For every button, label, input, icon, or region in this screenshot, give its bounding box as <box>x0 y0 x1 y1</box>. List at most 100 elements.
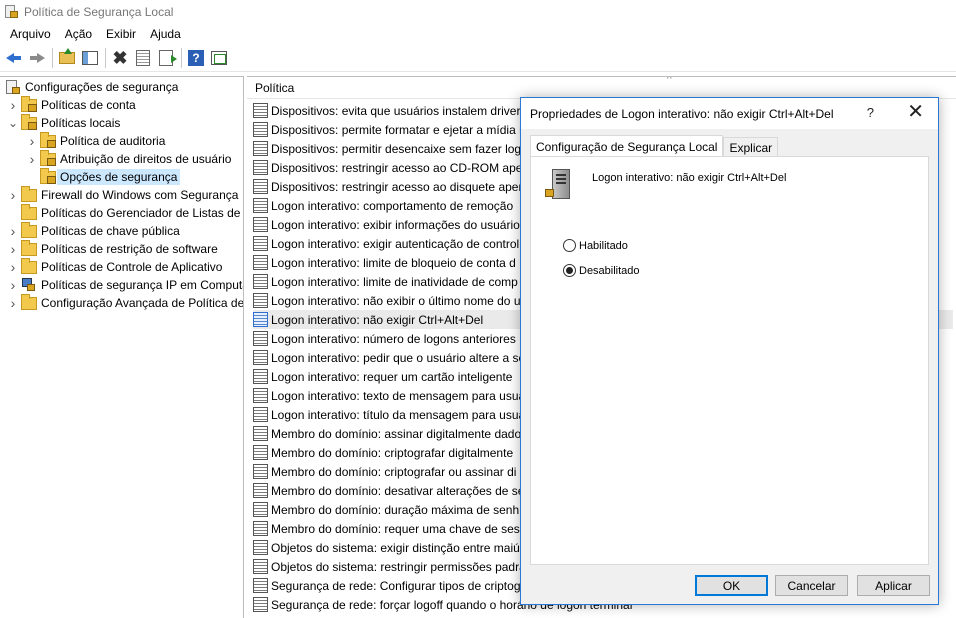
tree-item-label: Políticas de restrição de software <box>41 242 218 256</box>
policy-row-label: Dispositivos: restringir acesso ao CD-RO… <box>271 160 530 175</box>
show-hide-tree-button[interactable] <box>79 47 101 69</box>
policy-icon <box>253 312 268 327</box>
menu-arquivo[interactable]: Arquivo <box>3 25 58 43</box>
ok-button[interactable]: OK <box>695 575 768 596</box>
policy-row-label: Dispositivos: permitir desencaixe sem fa… <box>271 141 528 156</box>
radio-enabled[interactable]: Habilitado <box>563 239 628 252</box>
tab-local-security-setting[interactable]: Configuração de Segurança Local <box>530 135 724 157</box>
tree-item-network-list-manager[interactable]: Políticas do Gerenciador de Listas de Re… <box>8 203 243 222</box>
tree-item-application-control[interactable]: Políticas de Controle de Aplicativo <box>8 257 222 276</box>
tab-explain[interactable]: Explicar <box>723 137 779 157</box>
chevron-right-icon[interactable] <box>8 190 18 200</box>
console-tree[interactable]: Configurações de segurança Políticas de … <box>0 76 244 618</box>
export-list-icon <box>159 50 177 66</box>
help-button[interactable]: ? <box>185 47 207 69</box>
tree-item-label: Atribuição de direitos de usuário <box>60 152 232 166</box>
folder-icon <box>21 185 37 202</box>
export-list-button[interactable] <box>155 47 177 69</box>
policy-icon <box>253 331 268 346</box>
chevron-right-icon[interactable] <box>8 100 18 110</box>
delete-button[interactable]: ✖ <box>109 47 131 69</box>
tree-item-advanced-audit[interactable]: Configuração Avançada de Política de Aud… <box>8 293 244 312</box>
tree-item-software-restriction[interactable]: Políticas de restrição de software <box>8 239 218 258</box>
chevron-right-icon[interactable] <box>8 298 18 308</box>
column-header-policy[interactable]: Política ^ <box>247 77 956 99</box>
chevron-down-icon[interactable] <box>8 118 18 128</box>
chevron-right-icon[interactable] <box>8 280 18 290</box>
policy-row-label: Logon interativo: número de logons anter… <box>271 331 516 346</box>
lock-folder-icon <box>21 95 37 112</box>
tree-item-public-key[interactable]: Políticas de chave pública <box>8 221 180 240</box>
menu-bar: Arquivo Ação Exibir Ajuda <box>0 24 956 44</box>
policy-icon <box>253 293 268 308</box>
menu-acao[interactable]: Ação <box>58 25 99 43</box>
dialog-help-button[interactable]: ? <box>867 105 874 120</box>
policy-icon <box>253 464 268 479</box>
policy-row-label: Membro do domínio: assinar digitalmente … <box>271 426 522 441</box>
tree-item-security-options[interactable]: Opções de segurança <box>27 167 181 186</box>
policy-icon <box>253 350 268 365</box>
radio-enabled-label: Habilitado <box>579 239 628 252</box>
tree-item-firewall[interactable]: Firewall do Windows com Segurança <box>8 185 238 204</box>
chevron-right-icon[interactable] <box>8 262 18 272</box>
folder-icon <box>21 293 37 310</box>
dialog-close-button[interactable]: ✕ <box>907 101 924 123</box>
tab-panel: Logon interativo: não exigir Ctrl+Alt+De… <box>530 156 929 565</box>
policy-row-label: Logon interativo: exigir autenticação de… <box>271 236 520 251</box>
policy-row-label: Objetos do sistema: exigir distinção ent… <box>271 540 526 555</box>
tree-item-label: Configuração Avançada de Política de Aud… <box>41 296 244 310</box>
policy-row-label: Logon interativo: requer um cartão intel… <box>271 369 513 384</box>
radio-disabled-label: Desabilitado <box>579 264 640 277</box>
policy-icon <box>253 255 268 270</box>
policy-row-label: Logon interativo: não exibir o último no… <box>271 293 521 308</box>
policy-icon <box>253 217 268 232</box>
tree-item-audit-policy[interactable]: Política de auditoria <box>27 131 165 150</box>
back-button[interactable] <box>3 47 25 69</box>
server-icon <box>552 169 570 199</box>
tree-item-user-rights[interactable]: Atribuição de direitos de usuário <box>27 149 232 168</box>
policy-row-label: Membro do domínio: duração máxima de sen… <box>271 502 520 517</box>
policy-row-label: Logon interativo: limite de inatividade … <box>271 274 518 289</box>
forward-button[interactable] <box>26 47 48 69</box>
forward-arrow-icon <box>29 52 45 64</box>
policy-icon <box>253 578 268 593</box>
tree-item-local-policies[interactable]: Políticas locais <box>8 113 121 132</box>
tree-item-label: Políticas locais <box>41 116 121 130</box>
cancel-button[interactable]: Cancelar <box>775 575 848 596</box>
policy-row-label: Logon interativo: comportamento de remoç… <box>271 198 514 213</box>
chevron-right-icon[interactable] <box>27 136 37 146</box>
chevron-right-icon[interactable] <box>8 244 18 254</box>
policy-icon <box>253 141 268 156</box>
view-button[interactable] <box>208 47 230 69</box>
radio-enabled-circle[interactable] <box>563 239 576 252</box>
up-one-level-button[interactable] <box>56 47 78 69</box>
policy-icon <box>253 274 268 289</box>
radio-disabled-circle[interactable] <box>563 264 576 277</box>
folder-icon <box>21 257 37 274</box>
policy-icon <box>253 103 268 118</box>
chevron-right-icon[interactable] <box>27 154 37 164</box>
lock-icon <box>545 189 554 197</box>
menu-ajuda[interactable]: Ajuda <box>143 25 188 43</box>
policy-icon <box>253 160 268 175</box>
folder-up-icon <box>59 48 75 64</box>
policy-icon <box>253 483 268 498</box>
tree-root[interactable]: Configurações de segurança <box>6 78 178 96</box>
policy-name-label: Logon interativo: não exigir Ctrl+Alt+De… <box>592 172 787 184</box>
radio-disabled[interactable]: Desabilitado <box>563 264 640 277</box>
window-title: Política de Segurança Local <box>24 5 174 19</box>
menu-exibir[interactable]: Exibir <box>99 25 143 43</box>
chevron-right-icon[interactable] <box>8 226 18 236</box>
properties-button[interactable] <box>132 47 154 69</box>
tree-item-account-policies[interactable]: Políticas de conta <box>8 95 136 114</box>
policy-icon <box>253 521 268 536</box>
tree-item-ip-security[interactable]: Políticas de segurança IP em Computador … <box>8 276 243 294</box>
tree-item-label: Configurações de segurança <box>25 80 179 94</box>
policy-row-label: Logon interativo: exibir informações do … <box>271 217 520 232</box>
policy-row-label: Dispositivos: restringir acesso ao disqu… <box>271 179 532 194</box>
apply-button[interactable]: Aplicar <box>857 575 930 596</box>
lock-folder-icon <box>40 167 56 184</box>
policy-icon <box>253 236 268 251</box>
policy-row-label: Membro do domínio: criptografar digitalm… <box>271 445 514 460</box>
dialog-title-bar[interactable]: Propriedades de Logon interativo: não ex… <box>521 98 938 129</box>
